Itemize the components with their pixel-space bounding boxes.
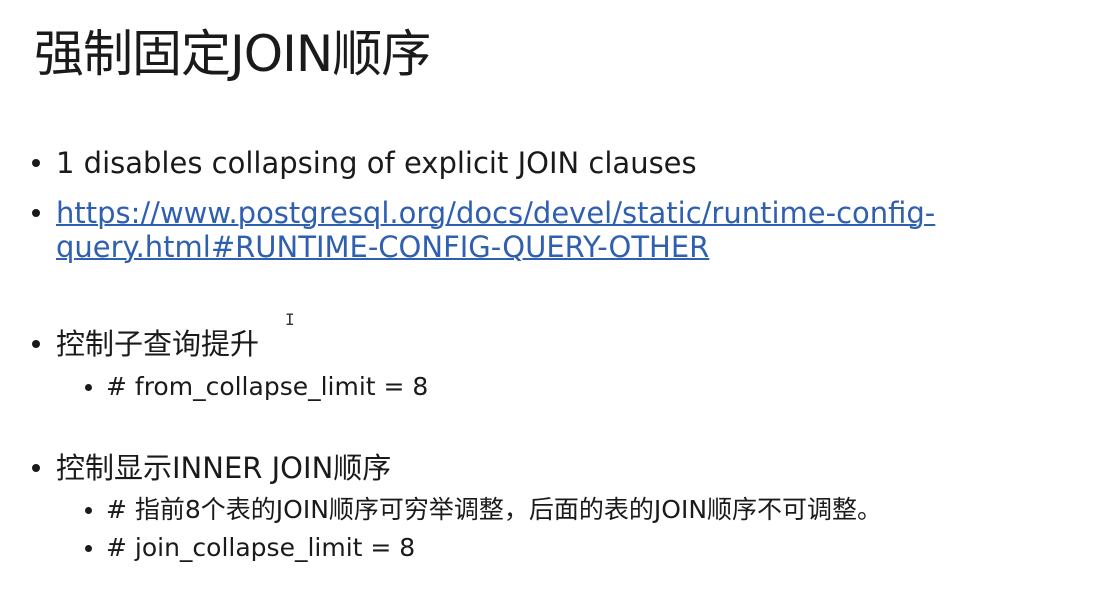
docs-link[interactable]: https://www.postgresql.org/docs/devel/st…	[56, 196, 935, 264]
sub-bullet-dot-icon	[85, 384, 92, 391]
sub-bullet-item: # join_collapse_limit = 8	[85, 533, 415, 563]
sub-bullet-item: # 指前8个表的JOIN顺序可穷举调整，后面的表的JOIN顺序不可调整。	[85, 495, 882, 525]
sub-bullet-item: # from_collapse_limit = 8	[85, 372, 428, 402]
bullet-text: 1 disables collapsing of explicit JOIN c…	[56, 146, 697, 180]
sub-bullet-dot-icon	[85, 545, 92, 552]
link-line-2: query.html#RUNTIME-CONFIG-QUERY-OTHER	[56, 230, 710, 264]
text-cursor-icon: I	[285, 310, 295, 329]
bullet-dot-icon	[32, 464, 40, 472]
sub-bullet-text: # join_collapse_limit = 8	[106, 533, 416, 562]
bullet-text: 控制子查询提升	[56, 327, 260, 361]
sub-bullet-dot-icon	[85, 507, 92, 514]
bullet-dot-icon	[32, 340, 40, 348]
bullet-dot-icon	[32, 209, 40, 217]
slide: 强制固定JOIN顺序 1 disables collapsing of expl…	[0, 0, 1095, 608]
slide-title: 强制固定JOIN顺序	[34, 25, 431, 83]
bullet-text: 控制显示INNER JOIN顺序	[56, 451, 392, 485]
bullet-dot-icon	[32, 159, 40, 167]
bullet-item-link: https://www.postgresql.org/docs/devel/st…	[32, 196, 935, 264]
bullet-item: 控制显示INNER JOIN顺序	[32, 451, 391, 485]
sub-bullet-text: # 指前8个表的JOIN顺序可穷举调整，后面的表的JOIN顺序不可调整。	[106, 495, 883, 524]
bullet-item: 控制子查询提升	[32, 327, 259, 361]
link-line-1: https://www.postgresql.org/docs/devel/st…	[56, 196, 936, 230]
sub-bullet-text: # from_collapse_limit = 8	[106, 372, 429, 401]
bullet-item: 1 disables collapsing of explicit JOIN c…	[32, 146, 697, 180]
